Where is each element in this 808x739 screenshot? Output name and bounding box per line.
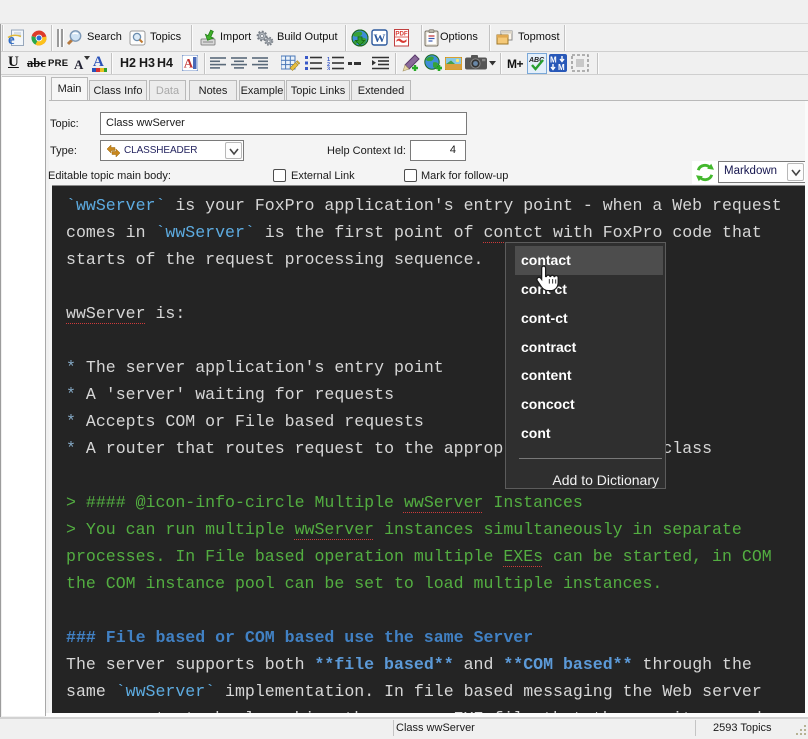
svg-text:3: 3: [327, 67, 330, 71]
svg-text:M: M: [558, 63, 565, 72]
svg-text:PDF: PDF: [395, 31, 408, 38]
svg-text:e: e: [8, 32, 15, 47]
svg-text:M: M: [550, 56, 557, 65]
svg-text:A: A: [184, 56, 194, 71]
svg-text:W: W: [374, 31, 386, 45]
